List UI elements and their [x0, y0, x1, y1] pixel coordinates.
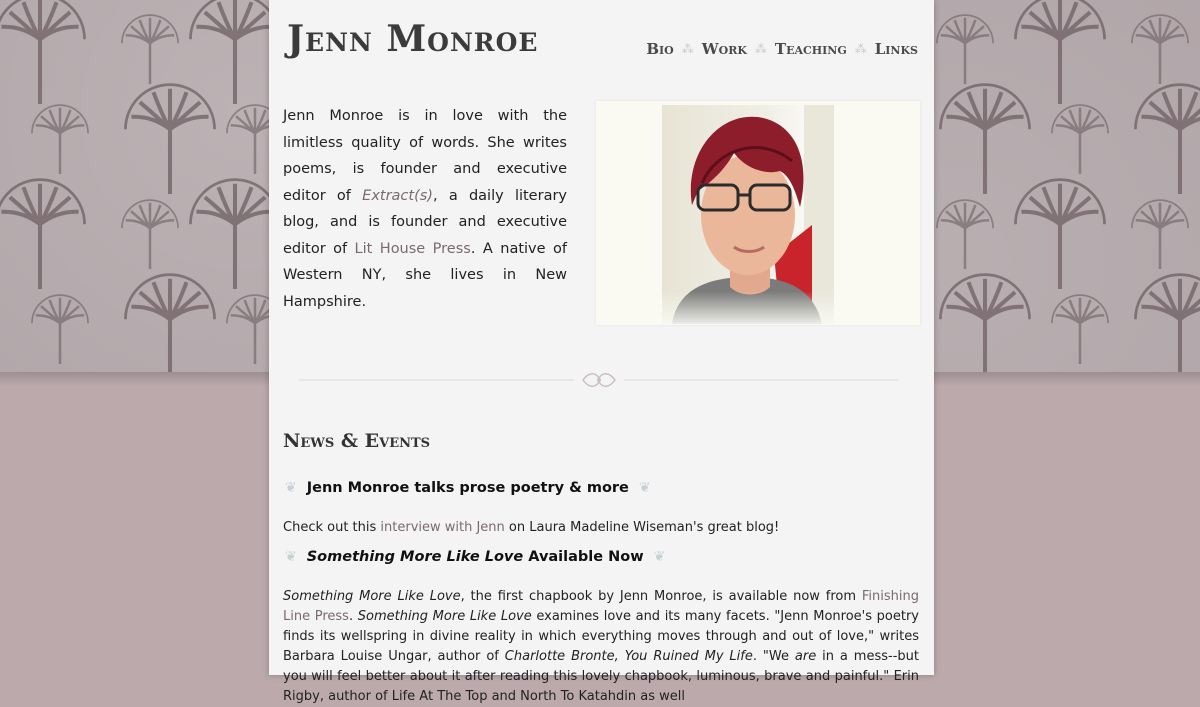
- tree-motif-icon: [1014, 178, 1106, 290]
- tree-motif-icon: [31, 104, 89, 175]
- tree-motif-icon: [1051, 294, 1109, 365]
- tree-motif-icon: [189, 0, 281, 105]
- tree-motif-icon: [121, 14, 179, 85]
- leaf-ornament-icon: ❦: [653, 549, 666, 565]
- bio-intro: Jenn Monroe is in love with the limitles…: [283, 103, 567, 315]
- content-page: Jenn Monroe Bio ⁂ Work ⁂ Teaching ⁂ Link…: [269, 0, 934, 704]
- tree-motif-icon: [124, 83, 216, 195]
- interview-link[interactable]: interview with Jenn: [380, 520, 504, 535]
- extracts-link[interactable]: Extract(s): [362, 188, 433, 204]
- tree-motif-icon: [936, 199, 994, 270]
- portrait-frame: [596, 101, 920, 325]
- tree-motif-icon: [1131, 14, 1189, 85]
- tree-motif-icon: [939, 83, 1031, 195]
- post-title[interactable]: ❦ Something More Like Love Available Now…: [285, 549, 665, 565]
- tree-motif-icon: [31, 294, 89, 365]
- tree-motif-icon: [1131, 199, 1189, 270]
- tree-motif-icon: [1051, 104, 1109, 175]
- leaf-ornament-icon: ❦: [638, 480, 651, 496]
- tree-motif-icon: [189, 178, 281, 290]
- post-body: Check out this interview with Jenn on La…: [283, 520, 780, 535]
- post-title[interactable]: ❦ Jenn Monroe talks prose poetry & more …: [285, 480, 651, 496]
- nav-links[interactable]: Links: [875, 40, 918, 58]
- tree-motif-icon: [121, 199, 179, 270]
- tree-motif-icon: [124, 273, 216, 372]
- nav-separator-icon: ⁂: [681, 42, 694, 56]
- nav-separator-icon: ⁂: [754, 42, 767, 56]
- leaf-ornament-icon: ❦: [285, 480, 297, 496]
- portrait-photo: [662, 105, 834, 324]
- leaf-ornament-icon: ❦: [285, 549, 297, 565]
- tree-motif-icon: [0, 0, 86, 105]
- nav-work[interactable]: Work: [702, 40, 747, 58]
- tree-motif-icon: [1134, 273, 1200, 372]
- tree-motif-icon: [939, 273, 1031, 372]
- main-nav: Bio ⁂ Work ⁂ Teaching ⁂ Links: [646, 40, 918, 58]
- nav-teaching[interactable]: Teaching: [775, 40, 847, 58]
- post-body: Something More Like Love, the first chap…: [283, 589, 919, 704]
- tree-motif-icon: [0, 178, 86, 290]
- nav-separator-icon: ⁂: [854, 42, 867, 56]
- nav-bio[interactable]: Bio: [646, 40, 673, 58]
- tree-motif-icon: [1014, 0, 1106, 105]
- lit-house-press-link[interactable]: Lit House Press: [355, 241, 471, 257]
- news-heading: News & Events: [283, 430, 431, 452]
- ornamental-divider-icon: [299, 373, 899, 387]
- site-title[interactable]: Jenn Monroe: [287, 18, 538, 60]
- tree-motif-icon: [936, 14, 994, 85]
- tree-motif-icon: [1134, 83, 1200, 195]
